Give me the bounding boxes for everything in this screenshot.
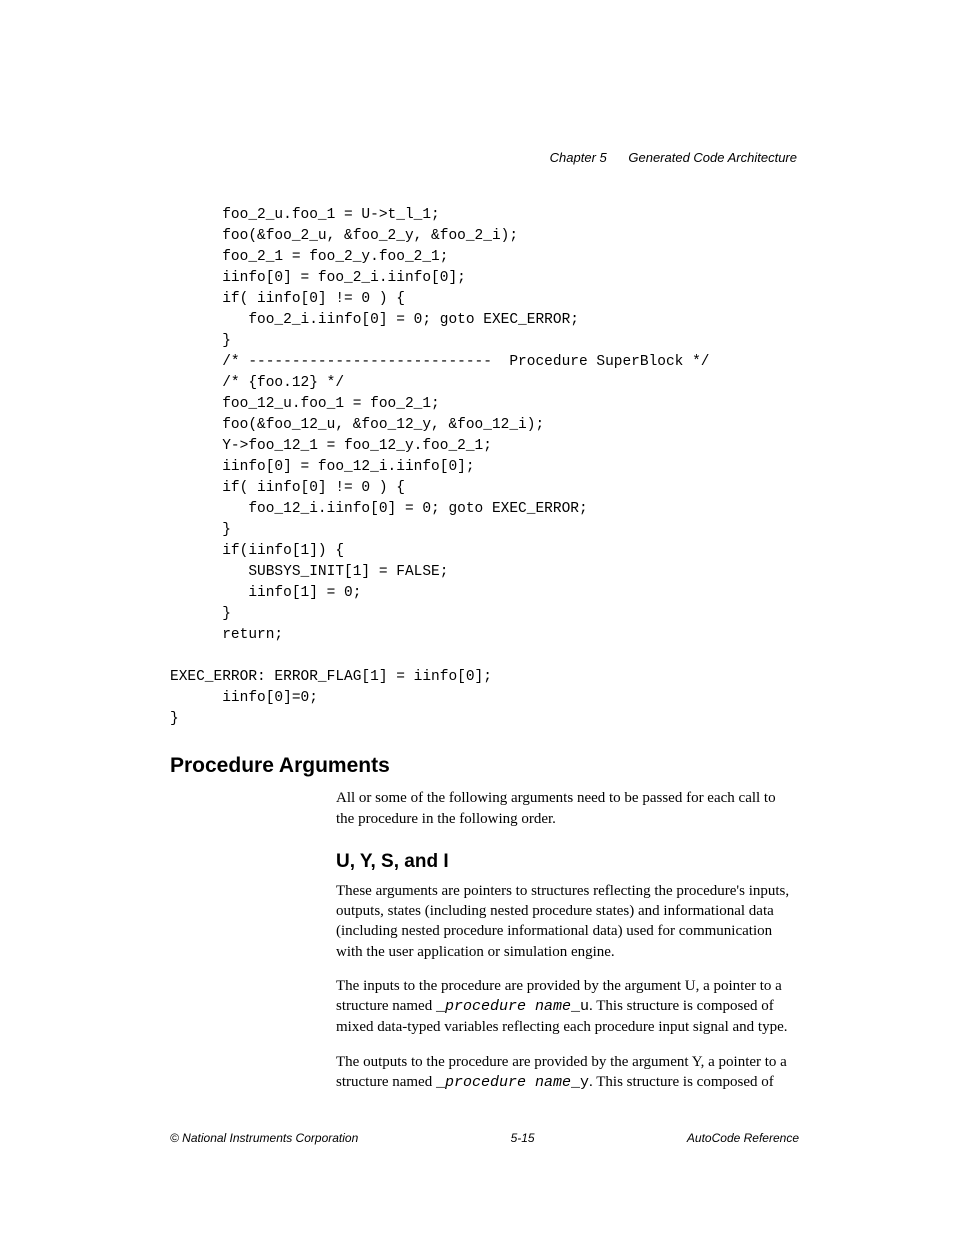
intro-paragraph: All or some of the following arguments n… [336, 788, 797, 829]
p3-code-ital: procedure name [445, 1074, 571, 1091]
p3-code-suffix: _y [571, 1074, 589, 1091]
section-heading-procedure-arguments: Procedure Arguments [170, 754, 797, 778]
body-paragraph-2: The inputs to the procedure are provided… [336, 976, 797, 1038]
subsection-heading-uysi: U, Y, S, and I [336, 851, 797, 873]
chapter-number: Chapter 5 [550, 150, 607, 165]
page-footer: © National Instruments Corporation AutoC… [170, 1131, 799, 1145]
footer-doc-title: AutoCode Reference [687, 1131, 799, 1145]
p3-text-post: . This structure is composed of [589, 1074, 774, 1090]
p2-code-ital: procedure name [445, 998, 571, 1015]
footer-copyright: © National Instruments Corporation [170, 1131, 358, 1145]
body-paragraph-1: These arguments are pointers to structur… [336, 881, 797, 962]
p3-code-prefix: _ [436, 1074, 445, 1091]
chapter-title: Generated Code Architecture [628, 150, 797, 165]
page-header: Chapter 5 Generated Code Architecture [170, 150, 797, 165]
code-listing: foo_2_u.foo_1 = U->t_l_1; foo(&foo_2_u, … [170, 205, 797, 730]
p2-code-prefix: _ [436, 998, 445, 1015]
p2-code-suffix: _u [571, 998, 589, 1015]
body-paragraph-3: The outputs to the procedure are provide… [336, 1052, 797, 1094]
